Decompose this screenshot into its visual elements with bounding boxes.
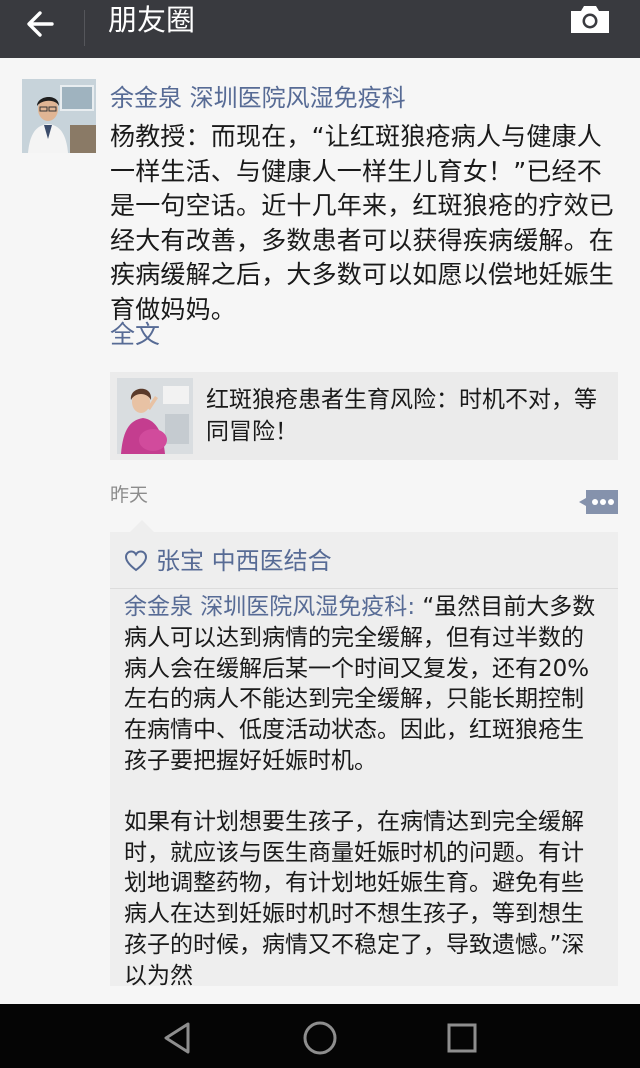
comment-paragraph-1: 余金泉 深圳医院风湿免疫科: “虽然目前大多数病人可以达到病情的完全缓解，但有过… xyxy=(124,592,606,777)
article-thumbnail-image xyxy=(117,378,193,454)
comment-text-2: 如果有计划想要生孩子，在病情达到完全缓解时，就应该与医生商量妊娠时机的问题。有计… xyxy=(124,808,585,989)
nav-back-icon[interactable] xyxy=(158,1018,198,1058)
page-title: 朋友圈 xyxy=(108,3,196,37)
liker-name[interactable]: 张宝 中西医结合 xyxy=(156,544,332,578)
shared-article-card[interactable]: 红斑狼疮患者生育风险：时机不对，等同冒险！ xyxy=(110,372,618,460)
moments-feed: 余金泉 深圳医院风湿免疫科 杨教授：而现在，“让红斑狼疮病人与健康人一样生活、与… xyxy=(0,58,640,1006)
header-divider xyxy=(84,10,85,46)
comment-paragraph-2: 如果有计划想要生孩子，在病情达到完全缓解时，就应该与医生商量妊娠时机的问题。有计… xyxy=(124,807,606,992)
author-avatar[interactable] xyxy=(22,79,96,153)
article-thumbnail xyxy=(117,378,193,454)
avatar-photo xyxy=(22,79,96,153)
post-timestamp: 昨天 xyxy=(110,484,149,506)
full-text-link[interactable]: 全文 xyxy=(110,318,160,352)
back-arrow-icon[interactable] xyxy=(22,4,66,44)
likes-comments-separator xyxy=(110,588,618,589)
comment-dots-icon[interactable] xyxy=(578,488,620,516)
comment-text-1: “虽然目前大多数病人可以达到病情的完全缓解，但有过半数的病人会在缓解后某一个时间… xyxy=(124,594,596,774)
nav-home-icon[interactable] xyxy=(300,1018,340,1058)
system-navigation-bar xyxy=(0,1004,640,1068)
likes-comments-panel: 张宝 中西医结合 余金泉 深圳医院风湿免疫科: “虽然目前大多数病人可以达到病情… xyxy=(110,520,618,989)
heart-outline-icon xyxy=(124,550,148,572)
post-author[interactable]: 余金泉 深圳医院风湿免疫科 xyxy=(110,82,406,114)
comment-item[interactable]: 余金泉 深圳医院风湿免疫科: “虽然目前大多数病人可以达到病情的完全缓解，但有过… xyxy=(124,592,606,992)
article-title: 红斑狼疮患者生育风险：时机不对，等同冒险！ xyxy=(206,387,597,445)
top-bar: 朋友圈 xyxy=(0,0,640,58)
nav-recents-icon[interactable] xyxy=(442,1018,482,1058)
camera-icon[interactable] xyxy=(568,2,612,36)
panel-caret xyxy=(130,520,154,532)
commenter-name[interactable]: 余金泉 深圳医院风湿免疫科 xyxy=(124,594,407,620)
commenter-separator: : xyxy=(407,594,423,620)
post-text: 杨教授：而现在，“让红斑狼疮病人与健康人一样生活、与健康人一样生儿育女！”已经不… xyxy=(110,122,615,324)
